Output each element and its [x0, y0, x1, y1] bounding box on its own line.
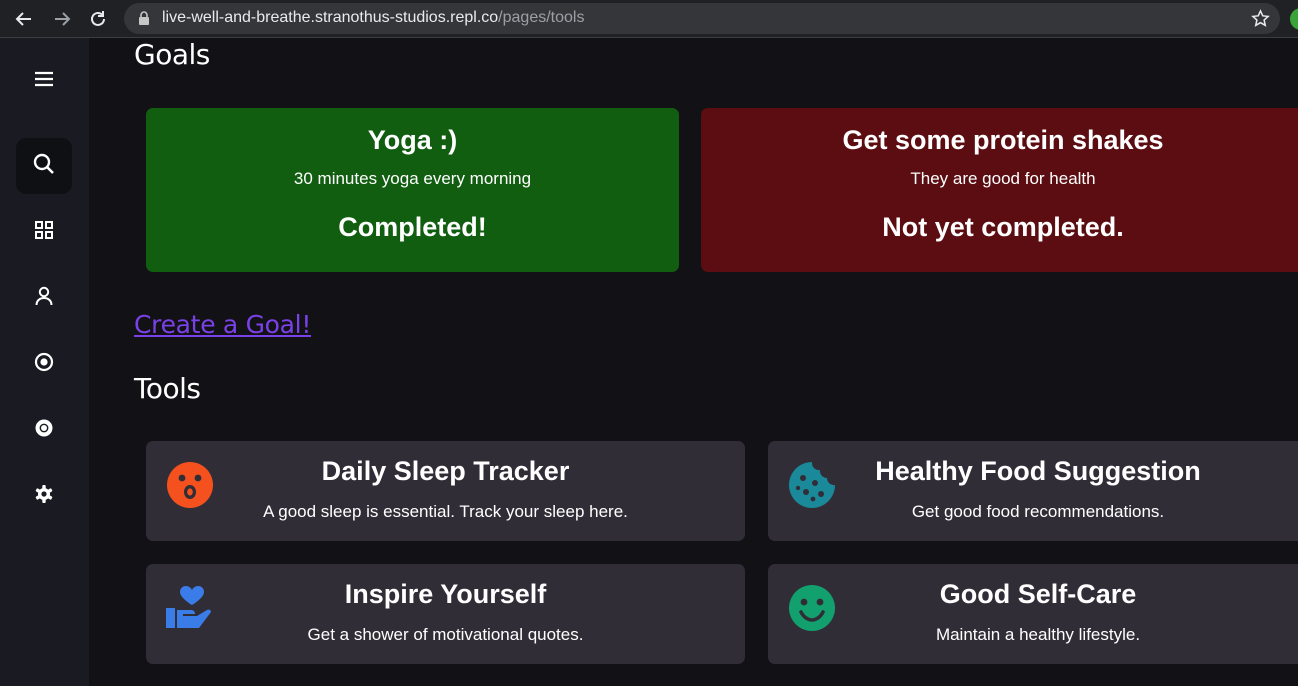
- profile-avatar[interactable]: [1290, 8, 1298, 30]
- tools-heading: Tools: [134, 372, 201, 405]
- forward-arrow-icon[interactable]: [49, 6, 75, 32]
- address-bar[interactable]: live-well-and-breathe.stranothus-studios…: [124, 3, 1280, 34]
- goal-card-yoga[interactable]: Yoga :) 30 minutes yoga every morning Co…: [146, 108, 679, 272]
- tool-title: Daily Sleep Tracker: [321, 456, 570, 486]
- tool-title: Good Self-Care: [939, 579, 1137, 609]
- sidebar-item-browser[interactable]: [16, 402, 72, 458]
- gear-icon: [34, 484, 54, 508]
- back-arrow-icon[interactable]: [11, 6, 37, 32]
- goal-status: Completed!: [338, 212, 487, 242]
- tool-card-inspire-yourself[interactable]: Inspire Yourself Get a shower of motivat…: [146, 564, 745, 664]
- sidebar: [0, 38, 89, 686]
- user-icon: [35, 286, 53, 310]
- tool-description: Get good food recommendations.: [911, 502, 1165, 521]
- reload-icon[interactable]: [85, 6, 111, 32]
- goal-title: Get some protein shakes: [842, 125, 1164, 155]
- star-icon[interactable]: [1251, 9, 1270, 32]
- goal-card-protein[interactable]: Get some protein shakes They are good fo…: [701, 108, 1298, 272]
- goal-status: Not yet completed.: [882, 212, 1124, 242]
- main-content: Goals Yoga :) 30 minutes yoga every morn…: [89, 38, 1298, 686]
- sidebar-item-menu[interactable]: [16, 53, 72, 109]
- tool-title: Healthy Food Suggestion: [875, 456, 1201, 486]
- create-goal-link[interactable]: Create a Goal!: [134, 310, 311, 339]
- goal-title: Yoga :): [367, 125, 458, 155]
- search-icon: [33, 153, 55, 179]
- sidebar-item-settings[interactable]: [16, 468, 72, 524]
- sidebar-item-dashboard[interactable]: [16, 204, 72, 260]
- goal-description: 30 minutes yoga every morning: [293, 169, 532, 188]
- tool-card-sleep-tracker[interactable]: Daily Sleep Tracker A good sleep is esse…: [146, 441, 745, 541]
- tool-description: Maintain a healthy lifestyle.: [935, 625, 1141, 644]
- url-text: live-well-and-breathe.stranothus-studios…: [162, 9, 584, 27]
- tool-card-food-suggestion[interactable]: Healthy Food Suggestion Get good food re…: [768, 441, 1298, 541]
- lock-icon: [138, 11, 150, 30]
- tool-description: Get a shower of motivational quotes.: [307, 625, 584, 644]
- sidebar-item-search[interactable]: [16, 138, 72, 194]
- goal-description: They are good for health: [910, 169, 1096, 188]
- dashboard-icon: [35, 221, 53, 243]
- tool-description: A good sleep is essential. Track your sl…: [263, 502, 628, 521]
- chrome-icon: [34, 418, 54, 442]
- sidebar-item-goals[interactable]: [16, 336, 72, 392]
- url-path: /pages/tools: [498, 9, 585, 26]
- browser-toolbar: live-well-and-breathe.stranothus-studios…: [0, 0, 1298, 38]
- tool-title: Inspire Yourself: [344, 579, 547, 609]
- target-icon: [34, 352, 54, 376]
- tool-card-self-care[interactable]: Good Self-Care Maintain a healthy lifest…: [768, 564, 1298, 664]
- goals-heading: Goals: [134, 38, 210, 71]
- menu-icon: [34, 71, 54, 91]
- url-host: live-well-and-breathe.stranothus-studios…: [162, 9, 499, 26]
- sidebar-item-profile[interactable]: [16, 270, 72, 326]
